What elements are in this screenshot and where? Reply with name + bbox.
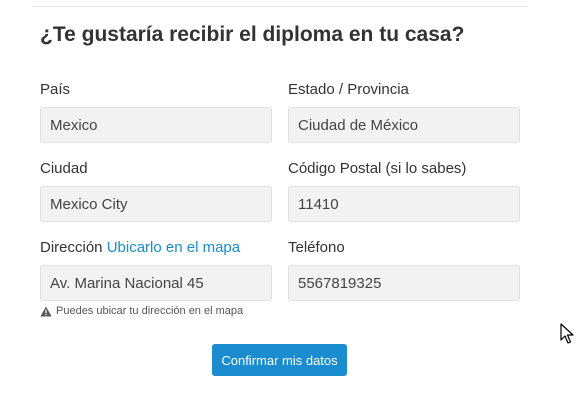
city-field: Ciudad: [40, 159, 272, 222]
phone-field: Teléfono: [288, 238, 520, 301]
city-input[interactable]: [40, 186, 272, 222]
state-field: Estado / Provincia: [288, 80, 520, 143]
warning-icon: [40, 306, 52, 316]
address-label: Dirección: [40, 239, 103, 256]
phone-input[interactable]: [288, 265, 520, 301]
phone-label: Teléfono: [288, 239, 345, 256]
country-label: País: [40, 81, 71, 98]
hint-text: Puedes ubicar tu dirección en el mapa: [56, 305, 244, 317]
address-field: Dirección Ubicarlo en el mapa: [40, 238, 272, 301]
address-label-row: Dirección Ubicarlo en el mapa: [40, 238, 272, 258]
top-divider: [32, 6, 528, 7]
mouse-cursor-icon: [560, 323, 574, 344]
confirm-data-button[interactable]: Confirmar mis datos: [212, 344, 347, 376]
city-label: Ciudad: [40, 160, 88, 177]
postal-code-input[interactable]: [288, 186, 520, 222]
locate-on-map-link[interactable]: Ubicarlo en el mapa: [107, 239, 240, 256]
country-input[interactable]: [40, 107, 272, 143]
address-hint: Puedes ubicar tu dirección en el mapa: [40, 305, 243, 317]
state-input[interactable]: [288, 107, 520, 143]
postal-code-field: Código Postal (si lo sabes): [288, 159, 520, 222]
state-label: Estado / Provincia: [288, 81, 409, 98]
postal-code-label: Código Postal (si lo sabes): [288, 160, 467, 177]
address-input[interactable]: [40, 265, 272, 301]
country-field: País: [40, 80, 272, 143]
form-heading: ¿Te gustaría recibir el diploma en tu ca…: [40, 23, 465, 46]
